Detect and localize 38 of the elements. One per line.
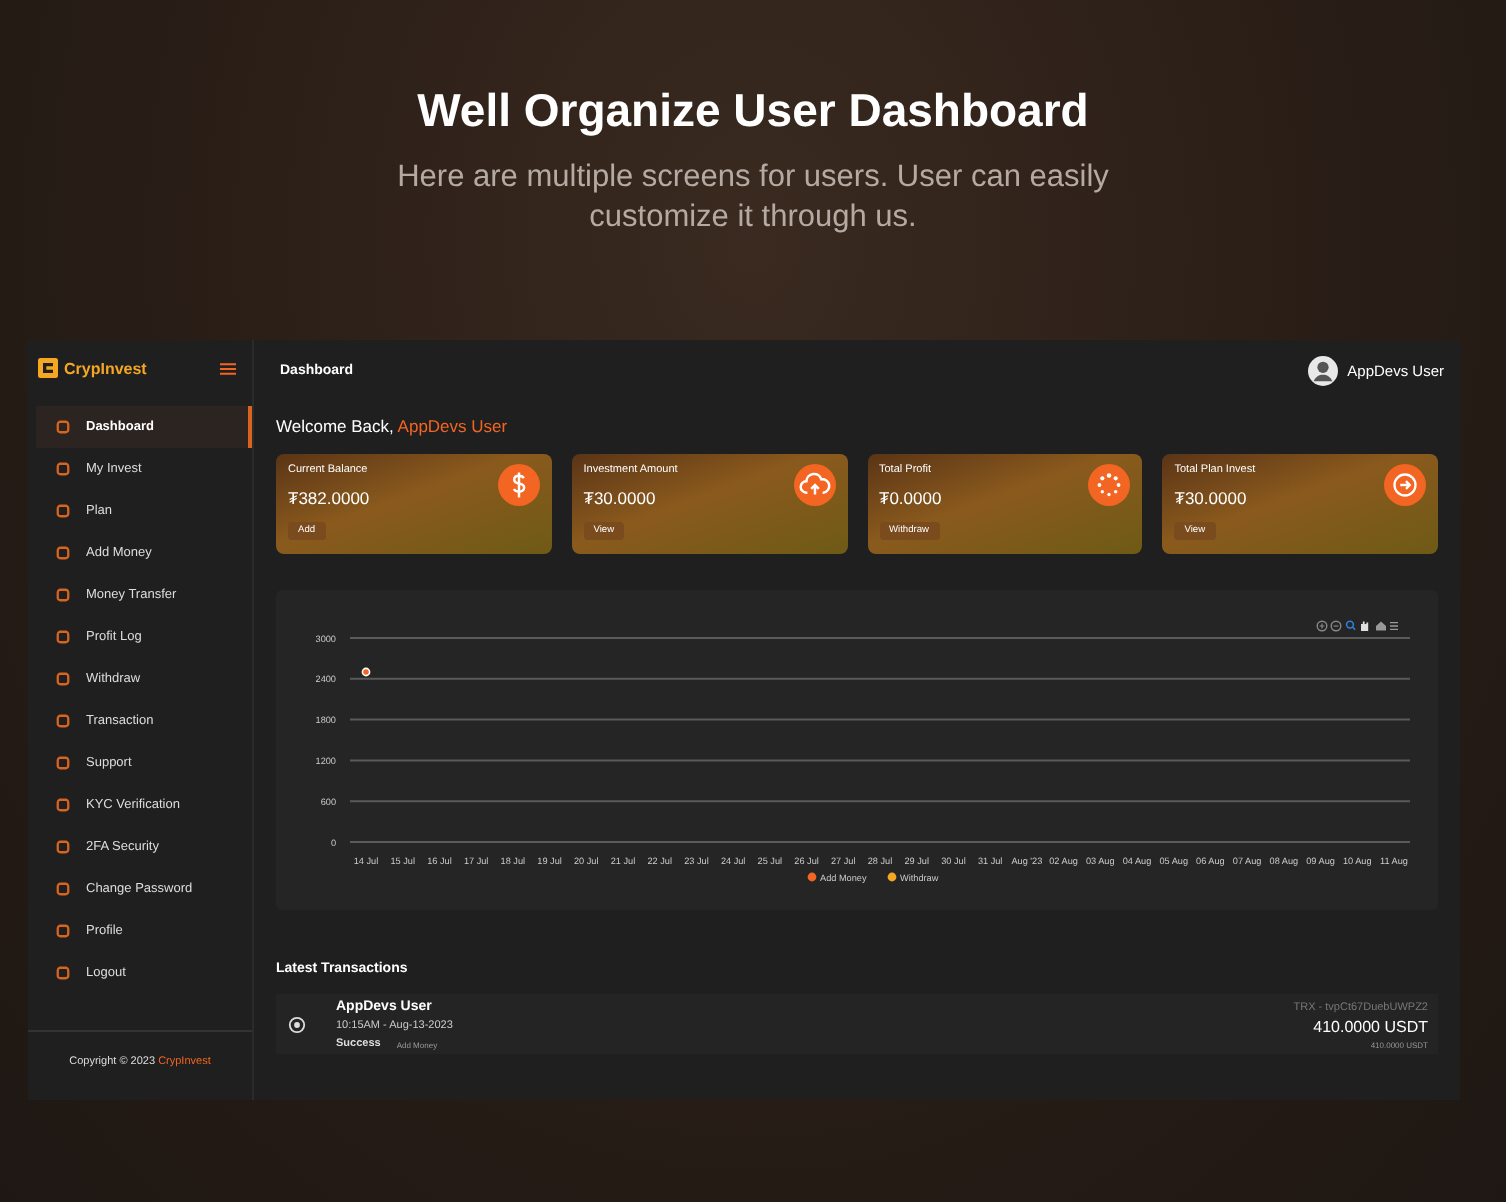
cloud-upload-icon (793, 464, 835, 506)
menu-icon[interactable] (1389, 621, 1399, 631)
square-icon (56, 714, 70, 728)
transaction-amount: 410.0000 USDT (1313, 1017, 1428, 1035)
square-icon (56, 672, 70, 686)
zoom-in-icon[interactable] (1316, 620, 1328, 632)
welcome-text: Welcome Back, AppDevs User (276, 416, 510, 436)
card-amount: ₮30.0000 (583, 488, 656, 508)
search-icon[interactable] (1345, 620, 1356, 631)
home-icon[interactable] (1376, 621, 1386, 631)
square-icon (56, 840, 70, 854)
square-icon (56, 882, 70, 896)
square-icon (56, 756, 70, 770)
square-icon (56, 546, 70, 560)
card-amount: ₮382.0000 (288, 488, 370, 508)
spinner-icon (1088, 464, 1131, 506)
square-icon (56, 924, 70, 938)
square-icon (56, 420, 70, 434)
brand-name: CrypInvest (64, 359, 149, 377)
arrow-right-icon (1384, 464, 1426, 506)
dollar-icon (497, 464, 540, 506)
hand-icon[interactable] (1361, 621, 1369, 631)
zoom-out-icon[interactable] (1330, 620, 1342, 632)
page-subtitle: Here are multiple screens for users. User can easily customize it through us. (395, 158, 1111, 238)
logo-icon (38, 358, 58, 378)
square-icon (56, 630, 70, 644)
card-amount: ₮30.0000 (1174, 488, 1247, 508)
menu-icon[interactable] (220, 361, 236, 375)
square-icon (56, 588, 70, 602)
card-amount: ₮0.0000 (879, 488, 942, 508)
page-title: Well Organize User Dashboard (417, 84, 1089, 138)
square-icon (56, 462, 70, 476)
avatar-icon[interactable] (1307, 355, 1338, 385)
data-point (361, 667, 371, 677)
square-icon (56, 966, 70, 980)
square-icon (56, 798, 70, 812)
square-icon (56, 504, 70, 518)
circle-dot-icon (288, 1016, 306, 1034)
